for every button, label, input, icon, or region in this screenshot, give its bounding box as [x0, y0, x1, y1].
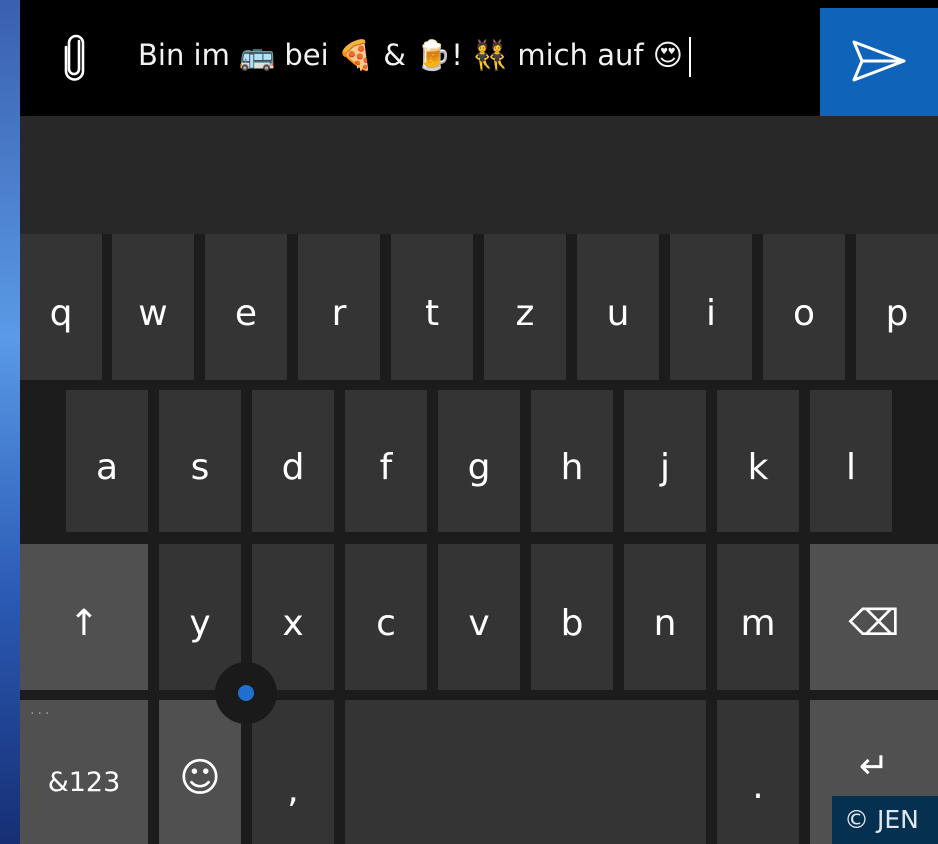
background-edge — [0, 0, 20, 844]
key-label: q — [49, 292, 73, 334]
shift-key[interactable]: ↑ — [20, 544, 148, 690]
key-v[interactable]: v — [438, 544, 520, 690]
key-label: u — [606, 292, 630, 334]
key-label: n — [653, 602, 677, 644]
key-label: j — [659, 446, 670, 488]
period-key[interactable]: . — [717, 700, 799, 844]
key-q[interactable]: q — [20, 234, 102, 380]
key-i[interactable]: i — [670, 234, 752, 380]
key-l[interactable]: l — [810, 390, 892, 532]
key-label: p — [885, 292, 909, 334]
text-caret — [689, 37, 692, 77]
key-j[interactable]: j — [624, 390, 706, 532]
key-a[interactable]: a — [66, 390, 148, 532]
key-label: g — [467, 446, 491, 488]
comma-label: , — [287, 769, 299, 811]
key-s[interactable]: s — [159, 390, 241, 532]
key-g[interactable]: g — [438, 390, 520, 532]
key-n[interactable]: n — [624, 544, 706, 690]
key-label: x — [282, 602, 304, 644]
backspace-icon: ⌫ — [848, 602, 900, 644]
symbols-key[interactable]: ··· &123 — [20, 700, 148, 844]
key-label: v — [468, 602, 490, 644]
key-label: d — [281, 446, 305, 488]
key-label: o — [792, 292, 816, 334]
key-f[interactable]: f — [345, 390, 427, 532]
key-label: f — [379, 446, 393, 488]
message-input[interactable]: Bin im 🚌 bei 🍕 & 🍺! 👯 mich auf 😍 — [138, 30, 692, 80]
emoji-key[interactable]: ☺ — [159, 700, 241, 844]
symbols-label: &123 — [47, 766, 121, 798]
key-m[interactable]: m — [717, 544, 799, 690]
enter-icon: ↵ — [858, 745, 890, 787]
emoji-icon: ☺ — [179, 755, 221, 801]
key-z[interactable]: z — [484, 234, 566, 380]
key-d[interactable]: d — [252, 390, 334, 532]
send-icon — [852, 40, 906, 82]
key-c[interactable]: c — [345, 544, 427, 690]
key-label: y — [189, 602, 211, 644]
key-label: w — [138, 292, 168, 334]
key-label: i — [705, 292, 716, 334]
key-label: z — [515, 292, 535, 334]
message-text: Bin im 🚌 bei 🍕 & 🍺! 👯 mich auf 😍 — [138, 38, 684, 72]
key-label: b — [560, 602, 584, 644]
shift-icon: ↑ — [68, 602, 100, 644]
backspace-key[interactable]: ⌫ — [810, 544, 938, 690]
key-o[interactable]: o — [763, 234, 845, 380]
key-label: c — [376, 602, 396, 644]
key-r[interactable]: r — [298, 234, 380, 380]
paperclip-icon[interactable] — [60, 33, 90, 83]
key-label: h — [560, 446, 584, 488]
space-key[interactable] — [345, 700, 706, 844]
key-label: a — [95, 446, 119, 488]
message-bar: Bin im 🚌 bei 🍕 & 🍺! 👯 mich auf 😍 — [20, 0, 938, 116]
key-p[interactable]: p — [856, 234, 938, 380]
key-b[interactable]: b — [531, 544, 613, 690]
key-label: s — [190, 446, 210, 488]
comma-key[interactable]: , — [252, 700, 334, 844]
key-label: e — [234, 292, 258, 334]
key-label: r — [331, 292, 347, 334]
ellipsis-icon: ··· — [30, 706, 53, 722]
key-label: m — [740, 602, 776, 644]
key-label: t — [424, 292, 440, 334]
key-t[interactable]: t — [391, 234, 473, 380]
key-e[interactable]: e — [205, 234, 287, 380]
key-label: l — [845, 446, 856, 488]
copyright-watermark: © JEN — [832, 796, 938, 844]
key-h[interactable]: h — [531, 390, 613, 532]
period-label: . — [752, 765, 764, 807]
suggestion-bar — [20, 116, 938, 234]
key-w[interactable]: w — [112, 234, 194, 380]
key-u[interactable]: u — [577, 234, 659, 380]
send-button[interactable] — [820, 8, 938, 116]
key-label: k — [747, 446, 769, 488]
key-k[interactable]: k — [717, 390, 799, 532]
cursor-dot-icon — [238, 685, 254, 701]
